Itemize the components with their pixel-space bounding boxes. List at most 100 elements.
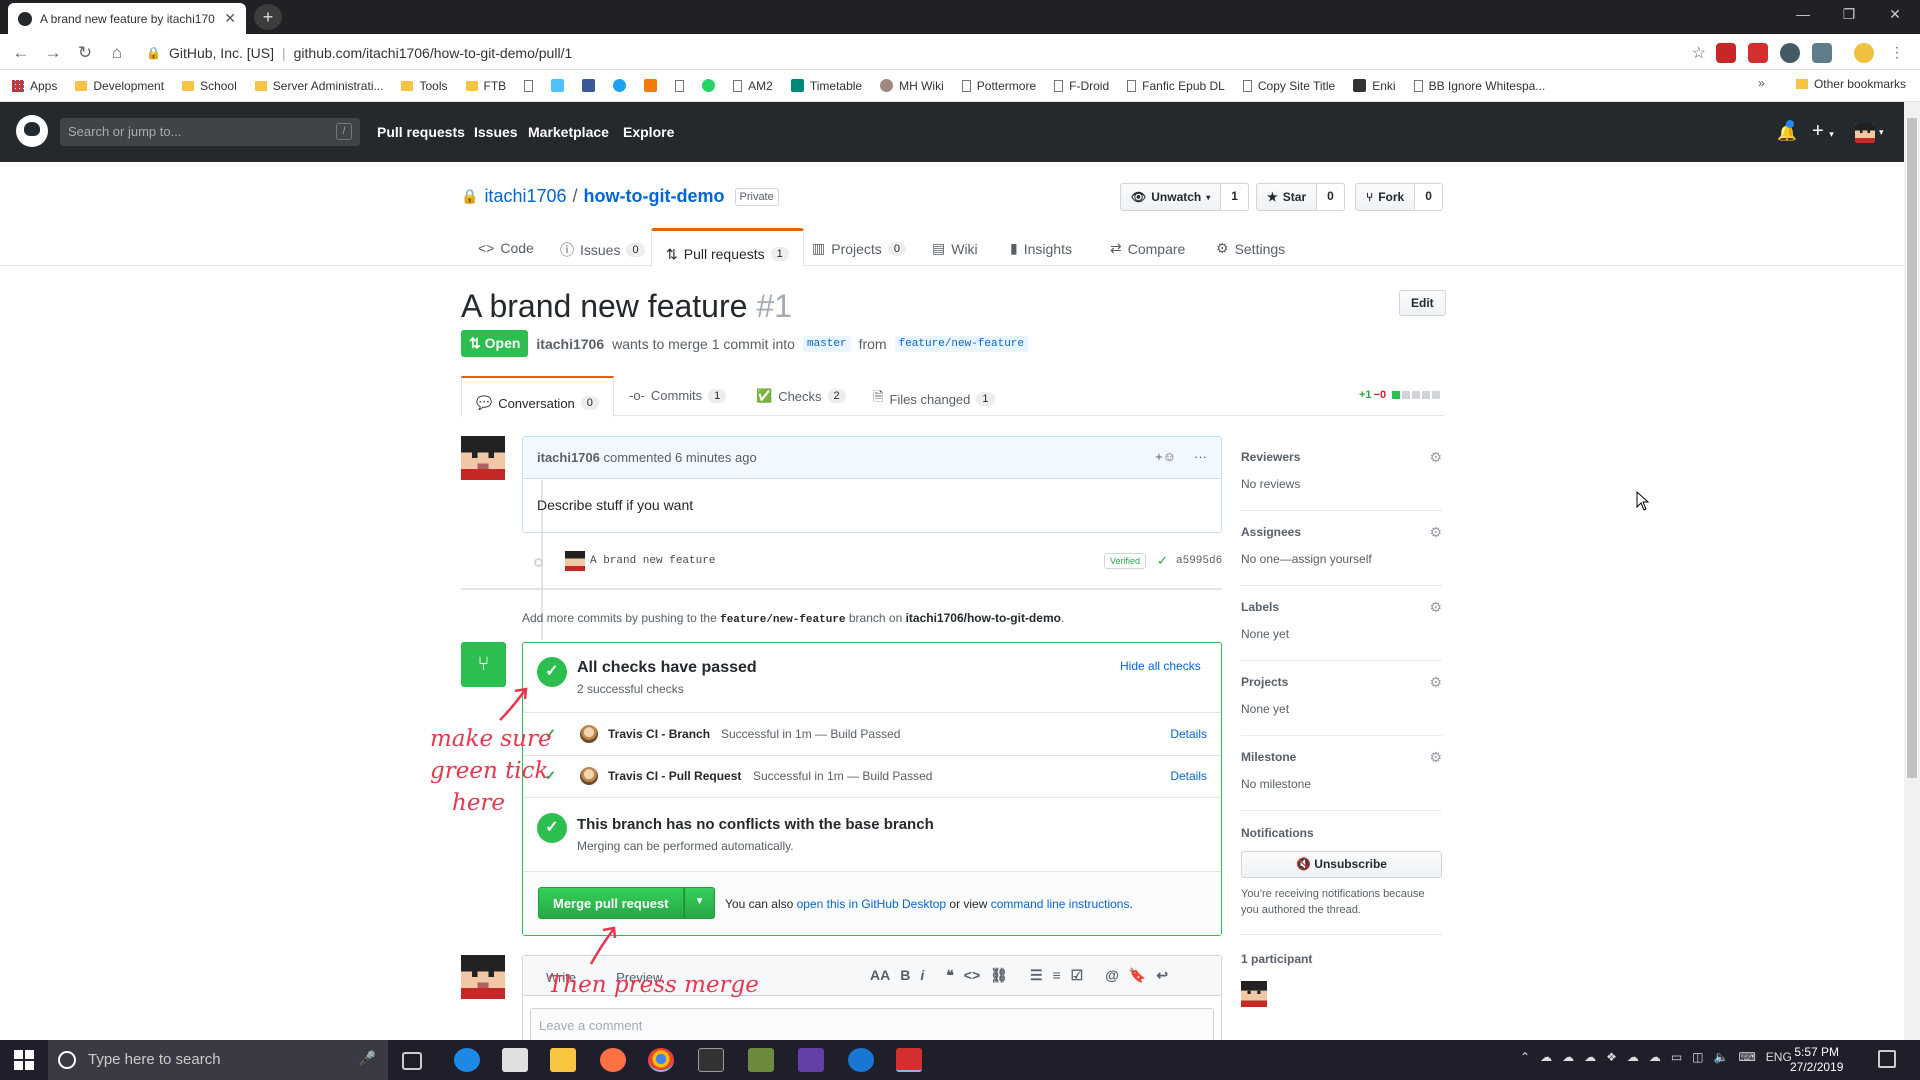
comment-textarea[interactable]: Leave a comment: [530, 1008, 1214, 1044]
bookmark-facebook[interactable]: [582, 79, 596, 92]
hint-repo-link[interactable]: itachi1706/how-to-git-demo: [906, 611, 1061, 625]
watch-count[interactable]: 1: [1221, 183, 1249, 211]
extension-icon-1[interactable]: [1716, 43, 1736, 63]
commit-message-link[interactable]: A brand new feature: [590, 555, 715, 567]
bookmark-mhwiki[interactable]: MH Wiki: [880, 79, 944, 93]
edit-title-button[interactable]: Edit: [1399, 290, 1446, 316]
hide-all-checks-link[interactable]: Hide all checks: [1120, 659, 1201, 673]
tab-projects[interactable]: ▥ Projects 0: [812, 240, 906, 257]
profile-icon[interactable]: [1854, 43, 1874, 63]
bookmark-bird[interactable]: [551, 79, 565, 92]
star-button[interactable]: ★ Star: [1256, 183, 1318, 211]
back-icon[interactable]: ←: [10, 42, 32, 64]
command-line-instructions-link[interactable]: command line instructions: [991, 897, 1130, 911]
home-icon[interactable]: ⌂: [106, 42, 128, 64]
bookmark-school[interactable]: School: [182, 79, 237, 93]
bookmark-twitter[interactable]: [613, 79, 627, 92]
taskbar-clock[interactable]: 5:57 PM 27/2/2019: [1790, 1045, 1843, 1075]
bookmark-am2[interactable]: AM2: [733, 79, 773, 93]
tab-conversation[interactable]: 💬 Conversation 0: [461, 376, 614, 417]
volume-icon[interactable]: 🔈: [1714, 1050, 1729, 1064]
nav-pull-requests[interactable]: Pull requests: [377, 124, 465, 140]
bookmark-enki[interactable]: Enki: [1353, 79, 1396, 93]
language-indicator[interactable]: ENG: [1766, 1050, 1792, 1064]
verified-badge[interactable]: Verified: [1104, 553, 1147, 569]
fork-button[interactable]: ⑂ Fork: [1355, 183, 1416, 211]
keyboard-icon[interactable]: ⌨: [1738, 1050, 1755, 1064]
fork-count[interactable]: 0: [1415, 183, 1443, 211]
pr-author-link[interactable]: itachi1706: [536, 336, 604, 352]
microphone-icon[interactable]: 🎤: [359, 1050, 376, 1067]
bookmark-star-icon[interactable]: ☆: [1692, 43, 1706, 63]
avatar-dropdown-icon[interactable]: ▾: [1879, 127, 1884, 138]
bookmark-server-admin[interactable]: Server Administrati...: [254, 79, 383, 93]
sidebar-heading[interactable]: Assignees: [1241, 525, 1301, 539]
tab-issues[interactable]: ⓘ Issues 0: [560, 240, 645, 260]
repo-name-link[interactable]: how-to-git-demo: [584, 186, 725, 207]
bookmark-pottermore[interactable]: Pottermore: [961, 79, 1036, 93]
github-logo-icon[interactable]: [16, 115, 48, 147]
tab-wiki[interactable]: ▤ Wiki: [932, 240, 978, 257]
extension-icon-3[interactable]: [1780, 43, 1800, 63]
intellij-icon[interactable]: [896, 1048, 922, 1072]
tray-expand-icon[interactable]: ⌃: [1520, 1050, 1530, 1064]
nav-marketplace[interactable]: Marketplace: [528, 124, 609, 140]
bookmark-copy-title[interactable]: Copy Site Title: [1242, 79, 1335, 93]
notifications-bell-icon[interactable]: 🔔: [1777, 120, 1797, 143]
gear-icon[interactable]: ⚙: [1429, 599, 1442, 616]
tab-compare[interactable]: ⇄ Compare: [1110, 240, 1185, 257]
browser-tab[interactable]: A brand new feature by itachi170 ✕: [8, 3, 246, 34]
bookmark-whatsapp[interactable]: [702, 79, 716, 92]
twitch-icon[interactable]: [798, 1048, 824, 1072]
reply-icon[interactable]: ↩: [1156, 967, 1168, 984]
more-options-icon[interactable]: ···: [1194, 449, 1207, 464]
nav-explore[interactable]: Explore: [623, 124, 674, 140]
cloud-icon[interactable]: ☁: [1584, 1050, 1596, 1064]
italic-icon[interactable]: i: [920, 967, 924, 984]
close-window-button[interactable]: ✕: [1872, 0, 1918, 30]
quote-icon[interactable]: ❝: [946, 967, 954, 984]
bookmark-fanfic[interactable]: Fanfic Epub DL: [1127, 79, 1225, 93]
open-github-desktop-link[interactable]: open this in GitHub Desktop: [797, 897, 946, 911]
bookmark-apps[interactable]: Apps: [12, 79, 57, 93]
mention-icon[interactable]: @: [1105, 967, 1119, 984]
tab-commits[interactable]: -o- Commits 1: [629, 388, 727, 403]
edge-icon[interactable]: [454, 1048, 480, 1072]
extension-icon-2[interactable]: [1748, 43, 1768, 63]
commit-sha-link[interactable]: a5995d6: [1176, 555, 1222, 567]
nav-issues[interactable]: Issues: [474, 124, 518, 140]
file-explorer-icon[interactable]: [550, 1048, 576, 1072]
bookmark-bb-ignore[interactable]: BB Ignore Whitespa...: [1413, 79, 1545, 93]
participant-avatar[interactable]: [1241, 981, 1267, 1007]
more-bookmarks-icon[interactable]: »: [1758, 76, 1765, 90]
task-view-icon[interactable]: [402, 1052, 422, 1070]
reference-icon[interactable]: 🔖: [1129, 967, 1146, 984]
unwatch-button[interactable]: 👁 Unwatch ▾: [1120, 183, 1222, 211]
onedrive-icon[interactable]: ☁: [1540, 1050, 1552, 1064]
header-text-icon[interactable]: AA: [870, 967, 890, 984]
sidebar-heading[interactable]: Projects: [1241, 675, 1288, 689]
tab-checks[interactable]: ✅ Checks 2: [756, 388, 846, 404]
app-n-icon[interactable]: [698, 1048, 724, 1072]
network-icon[interactable]: ◫: [1692, 1050, 1703, 1064]
tab-pull-requests[interactable]: ⇅ Pull requests 1: [651, 228, 804, 267]
add-reaction-icon[interactable]: +☺: [1155, 449, 1176, 464]
cloud-icon[interactable]: ☁: [1627, 1050, 1639, 1064]
sidebar-value[interactable]: No one—assign yourself: [1241, 552, 1372, 566]
bookmark-ftb[interactable]: FTB: [465, 79, 506, 93]
bookmark-page2[interactable]: [675, 79, 685, 92]
bookmark-tools[interactable]: Tools: [401, 79, 448, 93]
windows-start-icon[interactable]: [14, 1050, 34, 1070]
base-branch[interactable]: master: [802, 335, 851, 352]
head-branch[interactable]: feature/new-feature: [894, 335, 1029, 352]
commit-author-avatar[interactable]: [565, 551, 585, 571]
unsubscribe-button[interactable]: 🔇 Unsubscribe: [1241, 851, 1442, 878]
restore-button[interactable]: ❐: [1826, 0, 1872, 30]
comment-author-avatar[interactable]: [461, 436, 505, 480]
cloud-icon[interactable]: ☁: [1562, 1050, 1574, 1064]
extension-icon-4[interactable]: [1812, 43, 1832, 63]
check-details-link[interactable]: Details: [1170, 727, 1207, 741]
check-icon[interactable]: ✓: [1157, 553, 1168, 569]
close-tab-icon[interactable]: ✕: [224, 10, 236, 27]
tab-code[interactable]: <> Code: [478, 240, 534, 256]
